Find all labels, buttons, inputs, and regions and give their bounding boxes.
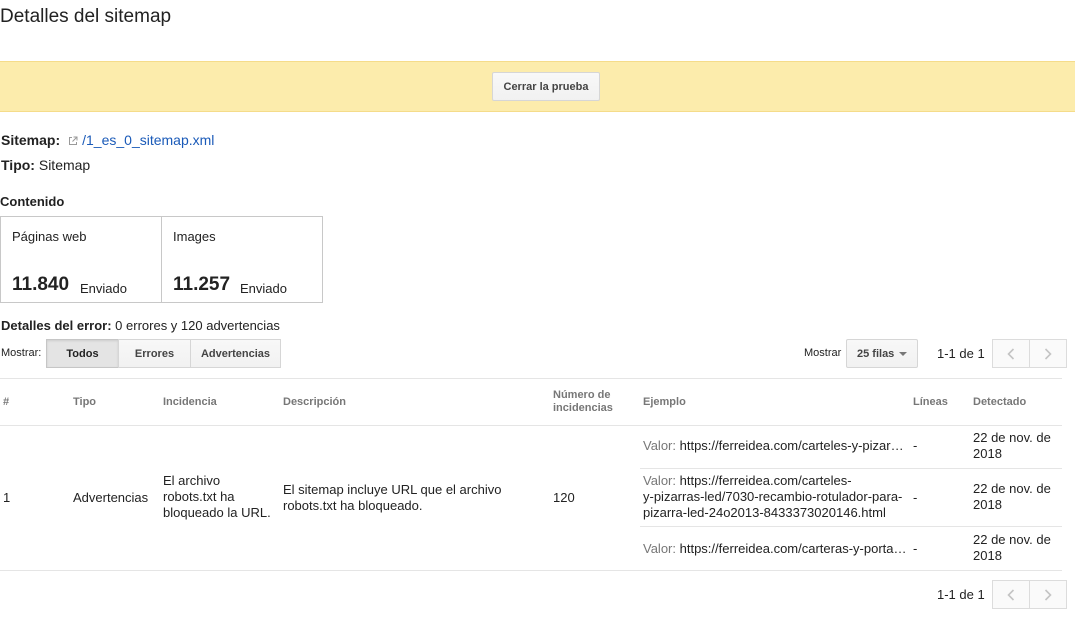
table-top-divider <box>0 378 1062 379</box>
pager-range: 1-1 de 1 <box>937 587 985 602</box>
filter-button-group: Todos Errores Advertencias <box>46 339 281 368</box>
filter-all-button[interactable]: Todos <box>46 339 119 368</box>
cell-lines: - <box>913 438 918 453</box>
cell-description-line: robots.txt ha bloqueado. <box>283 498 423 513</box>
rows-per-page-label: Mostrar <box>804 347 842 359</box>
header-divider <box>0 425 1062 426</box>
type-label: Tipo: <box>1 157 35 173</box>
cell-issue-line: El archivo <box>163 473 221 488</box>
filter-errors-button[interactable]: Errores <box>118 339 191 368</box>
content-cell-count: 11.840 <box>12 274 70 295</box>
next-page-button[interactable] <box>1028 339 1067 368</box>
column-header-detected[interactable]: Detectado <box>973 396 1026 409</box>
rows-per-page-select[interactable]: 25 filas <box>846 339 918 368</box>
cell-detected-line: 2018 <box>973 497 1002 512</box>
close-test-button[interactable]: Cerrar la prueba <box>492 72 600 101</box>
cell-detected-line: 22 de nov. de <box>973 532 1051 547</box>
cell-detected-line: 22 de nov. de <box>973 481 1051 496</box>
example-divider <box>640 468 1062 469</box>
cell-issue-line: bloqueado la URL. <box>163 505 271 520</box>
prev-page-button[interactable] <box>991 339 1030 368</box>
column-header-type[interactable]: Tipo <box>73 396 96 409</box>
cell-detected-line: 2018 <box>973 446 1002 461</box>
example-value-label: Valor: <box>643 541 676 556</box>
content-cell-web-pages: Páginas web 11.840 Enviado <box>1 217 161 302</box>
example-value: Valor: https://ferreidea.com/carteles-y-… <box>643 438 904 454</box>
cell-description: El sitemap incluye URL que el archivo ro… <box>283 482 501 514</box>
chevron-right-icon <box>1044 589 1052 601</box>
column-header-issue-count-line: incidencias <box>553 402 613 414</box>
sitemap-path-link[interactable]: /1_es_0_sitemap.xml <box>82 132 214 148</box>
pager-bottom: 1-1 de 1 <box>937 580 1067 609</box>
error-summary-text: 0 errores y 120 advertencias <box>115 318 280 333</box>
example-value-label: Valor: <box>643 473 676 488</box>
cell-detected: 22 de nov. de 2018 <box>973 481 1051 513</box>
error-summary: Detalles del error: 0 errores y 120 adve… <box>1 318 280 333</box>
column-header-issue-count-line: Número de <box>553 389 611 401</box>
cell-description-line: El sitemap incluye URL que el archivo <box>283 482 502 497</box>
column-header-description[interactable]: Descripción <box>283 396 346 409</box>
column-header-number[interactable]: # <box>3 396 9 409</box>
sitemap-row: Sitemap: /1_es_0_sitemap.xml <box>1 132 214 148</box>
cell-issue: El archivo robots.txt ha bloqueado la UR… <box>163 473 271 521</box>
content-title: Contenido <box>0 194 65 209</box>
example-url: https://ferreidea.com/carteles-y-pizar… <box>679 438 904 453</box>
cell-lines: - <box>913 490 918 505</box>
content-cell-unit: Enviado <box>80 281 127 296</box>
example-value: Valor: https://ferreidea.com/carteles- y… <box>643 473 902 521</box>
table-bottom-divider <box>0 570 1062 571</box>
example-url: https://ferreidea.com/carteras-y-porta… <box>679 541 907 556</box>
cell-issue-line: robots.txt ha <box>163 489 235 504</box>
cell-detected: 22 de nov. de 2018 <box>973 430 1051 462</box>
example-value: Valor: https://ferreidea.com/carteras-y-… <box>643 541 906 557</box>
sitemap-label: Sitemap: <box>1 132 61 148</box>
error-summary-label: Detalles del error: <box>1 318 112 333</box>
rows-per-page-value: 25 filas <box>857 347 895 360</box>
content-cell-label: Páginas web <box>12 229 87 244</box>
chevron-down-icon <box>899 352 907 356</box>
cell-type: Advertencias <box>73 490 149 505</box>
column-header-example[interactable]: Ejemplo <box>643 396 686 409</box>
content-summary: Páginas web 11.840 Enviado Images 11.257… <box>0 216 323 303</box>
example-divider <box>640 526 1062 527</box>
chevron-left-icon <box>1007 348 1014 360</box>
column-header-issue[interactable]: Incidencia <box>163 396 217 409</box>
filter-label: Mostrar: <box>1 347 42 359</box>
external-link-icon[interactable] <box>68 136 78 146</box>
content-cell-count: 11.257 <box>173 274 231 295</box>
column-header-issue-count[interactable]: Número de incidencias <box>553 389 613 415</box>
next-page-button[interactable] <box>1028 580 1067 609</box>
pager-range: 1-1 de 1 <box>937 346 985 361</box>
filter-warnings-button[interactable]: Advertencias <box>190 339 281 368</box>
content-cell-unit: Enviado <box>240 281 287 296</box>
content-cell-images: Images 11.257 Enviado <box>161 217 322 302</box>
cell-issue-count: 120 <box>553 490 575 505</box>
example-url: https://ferreidea.com/carteles- <box>679 473 852 488</box>
type-row: Tipo: Sitemap <box>1 157 90 173</box>
cell-detected-line: 2018 <box>973 548 1002 563</box>
example-value-label: Valor: <box>643 438 676 453</box>
chevron-left-icon <box>1007 589 1014 601</box>
cell-number: 1 <box>3 490 11 505</box>
cell-detected: 22 de nov. de 2018 <box>973 532 1051 564</box>
cell-lines: - <box>913 541 918 556</box>
prev-page-button[interactable] <box>991 580 1030 609</box>
example-url-line: y-pizarras-led/7030-recambio-rotulador-p… <box>643 489 903 504</box>
column-header-lines[interactable]: Líneas <box>913 396 948 409</box>
content-cell-label: Images <box>173 229 216 244</box>
page-title: Detalles del sitemap <box>0 6 172 27</box>
type-value: Sitemap <box>38 157 91 173</box>
example-url-line: pizarra-led-24o2013-8433373020146.html <box>643 505 886 520</box>
cell-detected-line: 22 de nov. de <box>973 430 1051 445</box>
chevron-right-icon <box>1044 348 1052 360</box>
pager-top: 1-1 de 1 <box>937 339 1067 368</box>
test-banner: Cerrar la prueba <box>0 61 1075 112</box>
